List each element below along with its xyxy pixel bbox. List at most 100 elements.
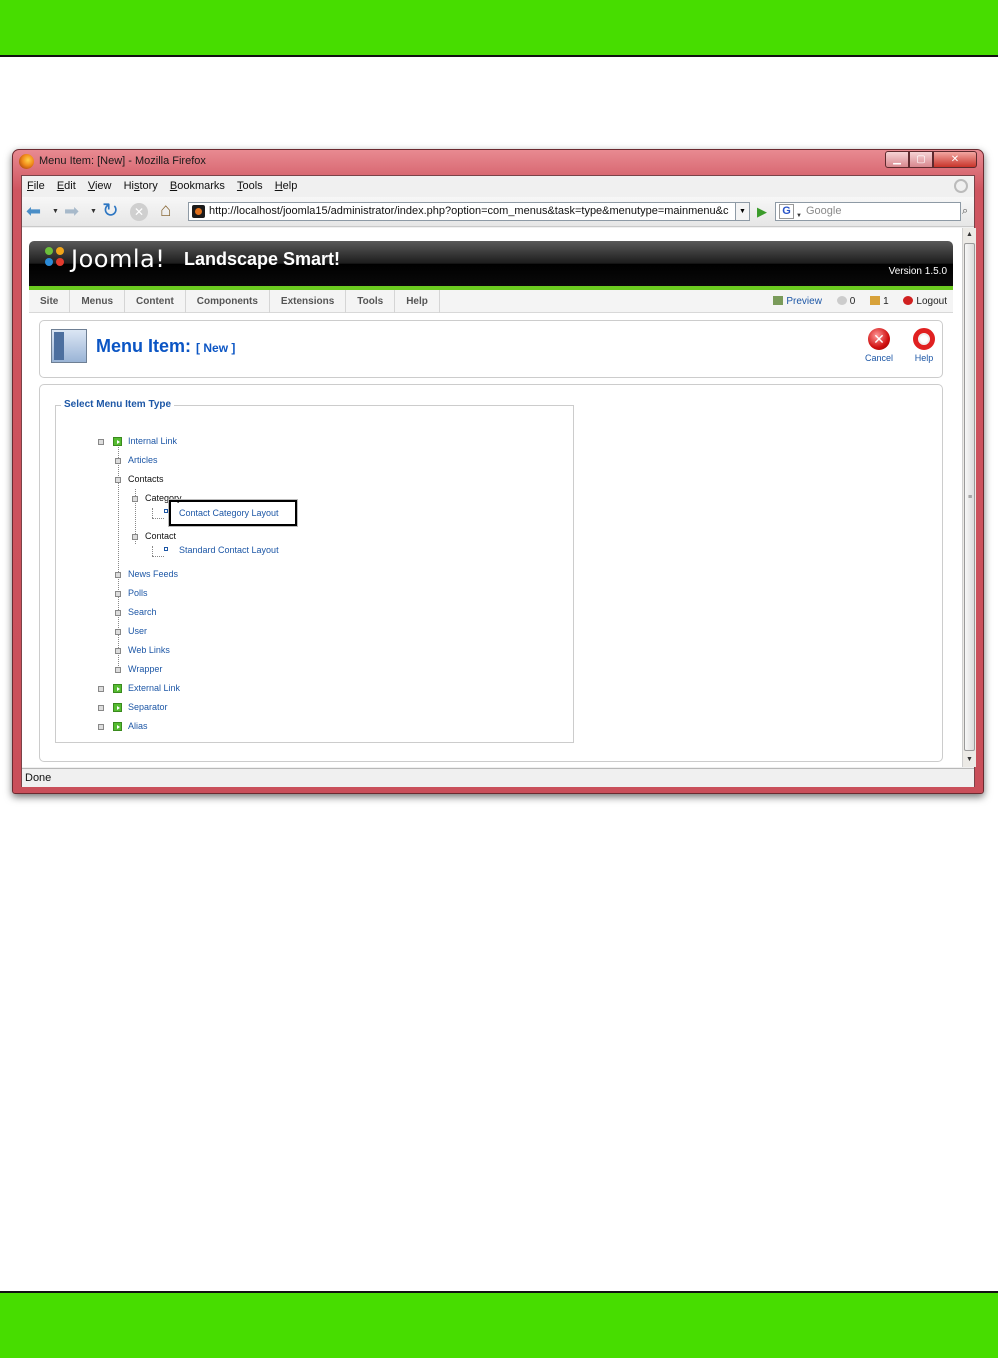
window-controls: ▁ ▢ ✕ (885, 151, 977, 168)
site-favicon-icon (192, 205, 205, 218)
users-icon (870, 296, 881, 305)
search-placeholder: Google (806, 205, 842, 217)
version-label: Version 1.5.0 (888, 266, 947, 277)
window-title: Menu Item: [New] - Mozilla Firefox (39, 155, 206, 167)
fieldset-legend: Select Menu Item Type (61, 399, 175, 410)
tree-item-contacts[interactable]: Contacts (128, 473, 164, 485)
home-icon[interactable]: ⌂ (160, 201, 171, 221)
tree-item-news-feeds[interactable]: News Feeds (128, 568, 178, 580)
title-bar: Menu Item: [New] - Mozilla Firefox ▁ ▢ ✕ (13, 150, 983, 174)
admin-menu-tools[interactable]: Tools (346, 290, 396, 313)
status-text: Done (25, 772, 52, 784)
admin-menu-content[interactable]: Content (125, 290, 186, 313)
scroll-up-icon[interactable]: ▲ (963, 228, 976, 242)
go-icon[interactable]: ▶ (753, 202, 771, 221)
tree-toggle-icon[interactable] (132, 534, 138, 540)
tree-guide (152, 556, 164, 557)
menu-type-fieldset: Select Menu Item Type Internal Link Arti… (55, 399, 574, 743)
minimize-button[interactable]: ▁ (885, 151, 909, 168)
vertical-scrollbar[interactable]: ▲ ≡ ▼ (962, 228, 976, 767)
scroll-thumb[interactable]: ≡ (964, 243, 975, 751)
tree-toggle-icon[interactable] (115, 648, 121, 654)
tree-toggle-icon[interactable] (115, 610, 121, 616)
menu-help[interactable]: Help (275, 180, 298, 192)
tree-toggle-icon[interactable] (115, 458, 121, 464)
preview-icon (773, 296, 784, 305)
tree-toggle-icon[interactable] (115, 667, 121, 673)
tree-item-external-link[interactable]: External Link (128, 682, 180, 694)
tree-item-alias[interactable]: Alias (128, 720, 148, 732)
tree-toggle-icon[interactable] (115, 572, 121, 578)
cancel-button[interactable]: ✕ Cancel (862, 328, 896, 363)
tree-guide (152, 508, 153, 518)
tree-item-contact[interactable]: Contact (145, 530, 176, 542)
menu-edit[interactable]: Edit (57, 180, 76, 192)
tree-toggle-icon[interactable] (98, 439, 104, 445)
tree-item-internal-link[interactable]: Internal Link (128, 435, 177, 447)
tree-toggle-icon[interactable] (98, 705, 104, 711)
page-toolbar: Menu Item: [ New ] ✕ Cancel Help (39, 320, 943, 378)
leaf-icon (164, 547, 168, 551)
page-subtitle: [ New ] (196, 341, 236, 355)
tree-item-user[interactable]: User (128, 625, 147, 637)
close-button[interactable]: ✕ (933, 151, 977, 168)
menu-tools[interactable]: Tools (237, 180, 263, 192)
users-count[interactable]: 1 (870, 296, 889, 307)
content-panel: Select Menu Item Type Internal Link Arti… (39, 384, 943, 762)
back-icon[interactable]: ⬅ (26, 201, 41, 221)
tree-toggle-icon[interactable] (132, 496, 138, 502)
preview-link[interactable]: Preview (773, 296, 822, 307)
search-icon[interactable]: ⌕ (962, 202, 976, 221)
menu-history[interactable]: History (124, 180, 158, 192)
throbber-icon (954, 179, 968, 193)
help-label: Help (914, 353, 934, 363)
messages-count[interactable]: 0 (836, 296, 855, 307)
admin-menu-help[interactable]: Help (395, 290, 440, 313)
admin-menu-menus[interactable]: Menus (70, 290, 126, 313)
logout-link[interactable]: Logout (903, 296, 947, 307)
forward-icon[interactable]: ➡ (64, 201, 79, 221)
cancel-label: Cancel (864, 353, 893, 363)
menu-item-header-icon (51, 329, 87, 363)
menu-file[interactable]: File (27, 180, 45, 192)
menu-view[interactable]: View (88, 180, 112, 192)
tree-item-search[interactable]: Search (128, 606, 157, 618)
search-engine-dropdown-icon[interactable]: ▼ (796, 208, 802, 225)
help-button[interactable]: Help (907, 328, 941, 363)
tree-toggle-icon[interactable] (98, 724, 104, 730)
reload-icon[interactable]: ↻ (102, 201, 119, 221)
maximize-button[interactable]: ▢ (909, 151, 933, 168)
joomla-logo-text: Joomla! (71, 245, 166, 273)
admin-menu-site[interactable]: Site (29, 290, 71, 313)
tree-toggle-icon[interactable] (115, 591, 121, 597)
google-icon[interactable]: G (779, 204, 794, 219)
tree-item-articles[interactable]: Articles (128, 454, 158, 466)
tree-toggle-icon[interactable] (115, 477, 121, 483)
tree-item-polls[interactable]: Polls (128, 587, 148, 599)
tree-item-contact-category-layout[interactable]: Contact Category Layout (179, 507, 279, 519)
tree-toggle-icon[interactable] (115, 629, 121, 635)
tree-item-standard-contact-layout[interactable]: Standard Contact Layout (179, 544, 279, 556)
address-url: http://localhost/joomla15/administrator/… (209, 205, 729, 217)
tree-item-separator[interactable]: Separator (128, 701, 168, 713)
joomla-logo-icon (45, 247, 65, 267)
admin-menu-extensions[interactable]: Extensions (270, 290, 347, 313)
tree-guide (152, 518, 164, 519)
tree-item-wrapper[interactable]: Wrapper (128, 663, 162, 675)
admin-menu-components[interactable]: Components (186, 290, 270, 313)
scroll-down-icon[interactable]: ▼ (963, 753, 976, 767)
messages-icon (836, 296, 847, 305)
address-bar[interactable]: http://localhost/joomla15/administrator/… (188, 202, 736, 221)
folder-open-icon (113, 437, 122, 446)
tree-item-web-links[interactable]: Web Links (128, 644, 170, 656)
forward-dropdown-icon[interactable]: ▼ (90, 208, 97, 215)
search-box[interactable]: G ▼ Google (775, 202, 961, 221)
top-green-band (0, 0, 998, 57)
back-dropdown-icon[interactable]: ▼ (52, 208, 59, 215)
stop-icon[interactable]: ✕ (130, 203, 148, 221)
url-dropdown-icon[interactable]: ▼ (736, 202, 750, 221)
menu-bookmarks[interactable]: Bookmarks (170, 180, 225, 192)
browser-menubar: File Edit View History Bookmarks Tools H… (22, 176, 974, 196)
tree-guide (152, 546, 153, 556)
tree-toggle-icon[interactable] (98, 686, 104, 692)
